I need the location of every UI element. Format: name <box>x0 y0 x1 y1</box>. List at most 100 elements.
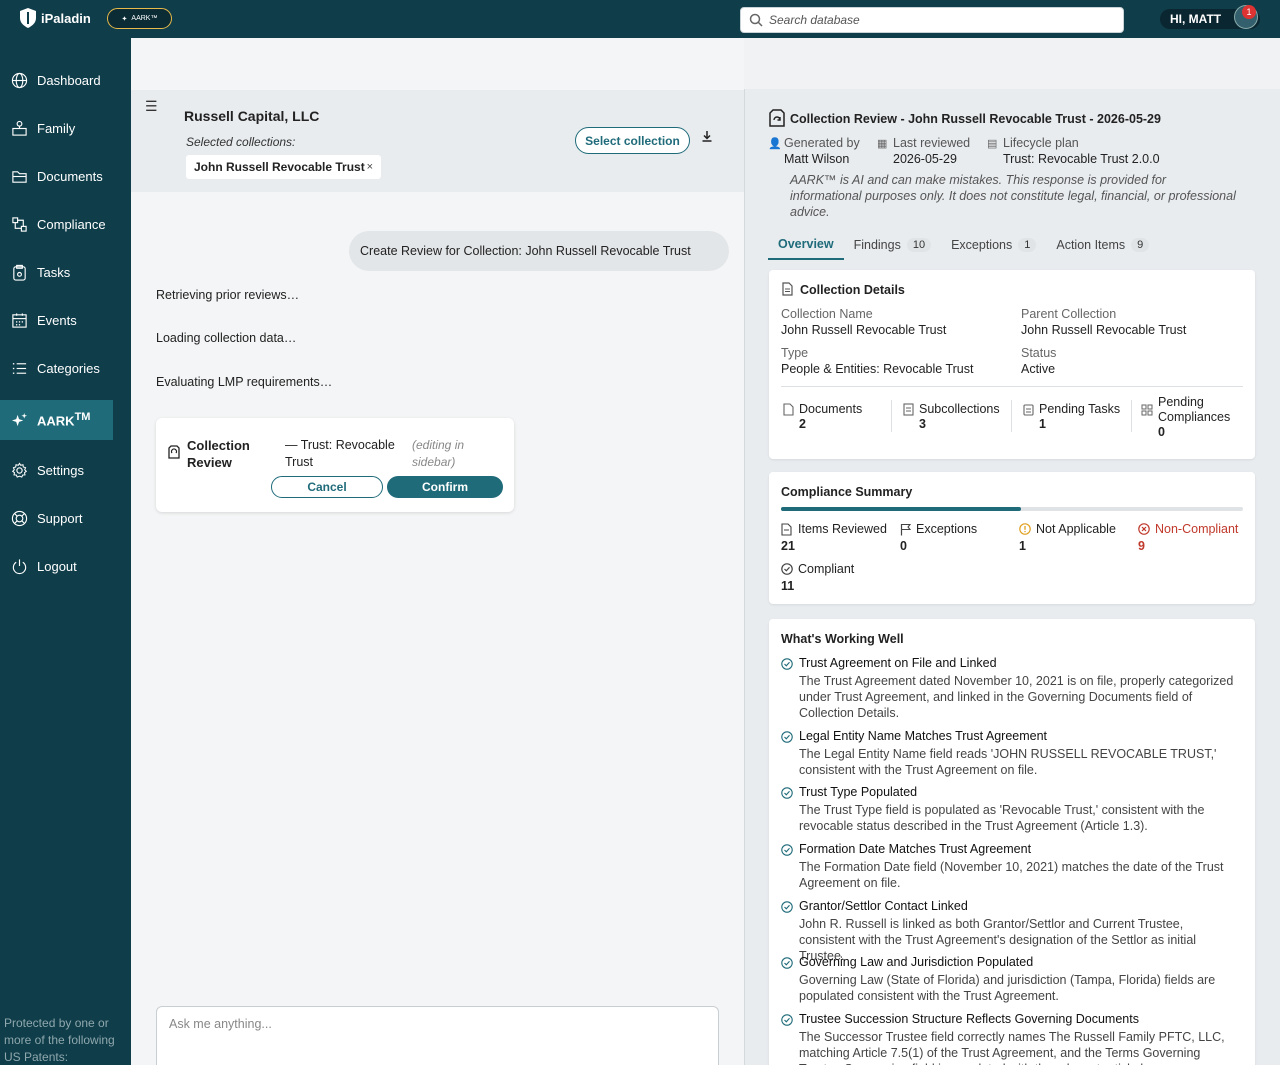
review-card-editing-note: (editing in sidebar) <box>412 438 465 469</box>
stat-documents: Documents 2 <box>783 402 862 432</box>
list-icon <box>12 362 27 374</box>
tab-overview[interactable]: Overview <box>768 230 844 260</box>
folder-icon <box>903 403 914 420</box>
lifecycle-plan: ▤ Lifecycle plan Trust: Revocable Trust … <box>987 135 1183 167</box>
clipboard-icon <box>1023 403 1034 420</box>
document-icon <box>781 282 793 299</box>
ai-disclaimer: AARK™ is AI and can make mistakes. This … <box>790 173 1236 219</box>
item-title: Legal Entity Name Matches Trust Agreemen… <box>799 729 1048 743</box>
item-description: The Legal Entity Name field reads 'JOHN … <box>799 747 1217 777</box>
sidebar-item-label: Events <box>37 312 77 328</box>
download-icon[interactable] <box>701 130 713 145</box>
summary-items-reviewed: Items Reviewed 21 <box>781 522 887 553</box>
user-message-bubble: Create Review for Collection: John Russe… <box>349 231 729 271</box>
item-description: The Trust Agreement dated November 10, 2… <box>799 674 1234 720</box>
item-title: Trust Type Populated <box>799 785 918 799</box>
item-title: Trustee Succession Structure Reflects Go… <box>799 1012 1139 1026</box>
search-input[interactable] <box>769 13 1109 27</box>
sidebar-item-settings[interactable]: Settings <box>0 450 113 490</box>
stat-subcollections: Subcollections 3 <box>903 402 1000 432</box>
last-reviewed: ▦ Last reviewed 2026-05-29 <box>877 135 993 167</box>
sidebar-item-events[interactable]: Events <box>0 300 113 340</box>
sidebar-item-label: Categories <box>37 360 100 376</box>
app-logo[interactable]: iPaladin <box>20 6 91 30</box>
review-icon <box>168 445 180 462</box>
sidebar-item-logout[interactable]: Logout <box>0 546 113 586</box>
sidebar-item-tasks[interactable]: Tasks <box>0 252 113 292</box>
logo-text: iPaladin <box>41 10 91 26</box>
lifecycle-label: Lifecycle plan <box>1003 136 1079 150</box>
item-description: The Formation Date field (November 10, 2… <box>799 860 1224 890</box>
sidebar-item-family[interactable]: Family <box>0 108 113 148</box>
stat-pending-tasks: Pending Tasks 1 <box>1023 402 1120 432</box>
status-line: Evaluating LMP requirements… <box>156 375 333 389</box>
document-icon <box>781 523 792 540</box>
sidebar-item-categories[interactable]: Categories <box>0 348 113 388</box>
compliance-icon <box>1141 404 1153 420</box>
sidebar-item-compliance[interactable]: Compliance <box>0 204 113 244</box>
review-tabs: Overview Findings 10 Exceptions 1 Action I… <box>768 230 1258 260</box>
select-collection-button[interactable]: Select collection <box>575 127 690 154</box>
sidebar-item-support[interactable]: Support <box>0 498 113 538</box>
calendar-icon <box>12 312 27 328</box>
type-field: Type People & Entities: Revocable Trust <box>781 346 974 376</box>
sidebar-item-documents[interactable]: Documents <box>0 156 113 196</box>
cancel-button[interactable]: Cancel <box>271 476 383 498</box>
chat-area: ☰ Russell Capital, LLC Selected collecti… <box>131 38 744 1065</box>
summary-non-compliant: Non-Compliant 9 <box>1138 522 1239 553</box>
review-card-title: Collection Review <box>187 438 250 470</box>
tab-count: 9 <box>1131 238 1150 252</box>
power-icon <box>12 558 27 574</box>
generated-by: 👤 Generated by Matt Wilson <box>768 135 874 167</box>
menu-icon[interactable]: ☰ <box>145 98 158 115</box>
collection-name-field: Collection Name John Russell Revocable T… <box>781 307 947 337</box>
compliance-summary-card: Compliance Summary Items Reviewed 21 Exc… <box>769 472 1255 604</box>
patent-notice: Protected by one or more of the followin… <box>4 1016 115 1064</box>
chat-input[interactable] <box>156 1006 719 1065</box>
compliance-progress-bar <box>781 507 1243 511</box>
selected-collections-label: Selected collections: <box>186 135 296 149</box>
summary-exceptions: Exceptions 0 <box>900 522 978 553</box>
tab-exceptions[interactable]: Exceptions 1 <box>941 230 1046 260</box>
collection-review-card: Collection Review — Trust: Revocable Tru… <box>156 418 514 512</box>
item-description: Governing Law (State of Florida) and jur… <box>799 973 1216 1003</box>
item-title: Grantor/Settlor Contact Linked <box>799 899 968 913</box>
review-card-type: — Trust: Revocable Trust <box>285 438 395 469</box>
user-message-text: Create Review for Collection: John Russe… <box>360 244 691 258</box>
status-line: Loading collection data… <box>156 331 297 345</box>
sidebar-item-label: Dashboard <box>37 72 101 88</box>
stat-pending-compliances: Pending Compliances 0 <box>1141 395 1251 440</box>
gear-icon <box>11 461 28 478</box>
status-line: Retrieving prior reviews… <box>156 288 300 302</box>
confirm-button[interactable]: Confirm <box>387 476 503 498</box>
tab-action-items[interactable]: Action Items 9 <box>1046 230 1159 260</box>
compliance-summary-title: Compliance Summary <box>781 485 913 499</box>
calendar-icon: ▦ <box>877 138 888 150</box>
tab-findings[interactable]: Findings 10 <box>844 230 942 260</box>
search-box[interactable] <box>740 7 1124 33</box>
working-well-title: What's Working Well <box>781 632 904 646</box>
sidebar-item-label: Settings <box>37 462 84 478</box>
chip-close-icon[interactable]: × <box>367 161 373 173</box>
sparkle-icon <box>11 412 28 426</box>
family-icon <box>12 120 27 136</box>
check-circle-icon <box>781 787 793 799</box>
check-circle-icon <box>781 957 793 969</box>
notification-badge[interactable]: 1 <box>1242 5 1256 19</box>
tab-count: 1 <box>1018 238 1037 252</box>
warning-circle-icon <box>1019 523 1031 539</box>
last-reviewed-label: Last reviewed <box>893 136 971 150</box>
review-title: Collection Review - John Russell Revocab… <box>790 112 1161 126</box>
sidebar-item-dashboard[interactable]: Dashboard <box>0 60 113 100</box>
folder-icon <box>12 170 27 183</box>
sidebar-item-label: Family <box>37 120 76 136</box>
sidebar-item-aark[interactable]: AARKTM <box>0 400 113 440</box>
aark-button[interactable]: ✦ AARK™ <box>107 8 172 29</box>
lifecycle-value: Trust: Revocable Trust 2.0.0 <box>1003 152 1160 166</box>
search-icon <box>749 13 763 27</box>
check-circle-icon <box>781 658 793 670</box>
sidebar-item-label: Compliance <box>37 216 106 232</box>
summary-compliant: Compliant 11 <box>781 562 855 593</box>
check-circle-icon <box>781 563 793 579</box>
user-greeting: HI, MATT <box>1170 12 1222 26</box>
